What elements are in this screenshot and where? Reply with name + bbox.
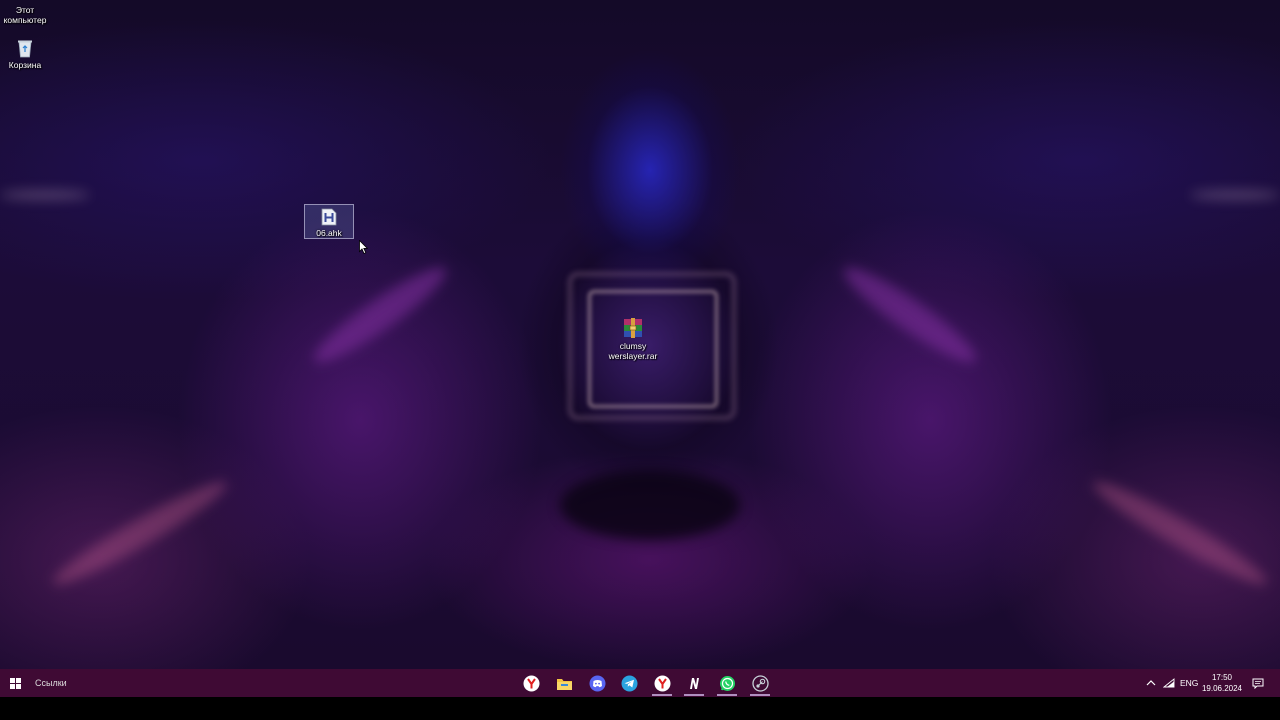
telegram-icon	[621, 675, 637, 691]
taskbar-app-telegram[interactable]	[617, 673, 641, 693]
desktop-icon-this-pc[interactable]: Этот компьютер	[0, 5, 55, 25]
taskbar-app-yandex-browser-active[interactable]	[650, 673, 674, 696]
taskbar-app-discord[interactable]	[585, 673, 609, 693]
language-indicator[interactable]: ENG	[1180, 669, 1198, 697]
active-indicator	[652, 694, 672, 696]
notion-icon	[689, 677, 699, 689]
taskbar-app-file-explorer[interactable]	[552, 673, 576, 693]
clock-time: 17:50	[1211, 673, 1233, 682]
clock[interactable]: 17:50 19.06.2024	[1200, 672, 1244, 694]
whatsapp-icon	[719, 675, 735, 691]
taskbar-app-steam[interactable]	[748, 673, 772, 696]
clock-date: 19.06.2024	[1201, 684, 1243, 693]
taskbar: Ссылки ENG 17:50 19.06.2024	[0, 669, 1280, 697]
winrar-archive-icon	[624, 318, 642, 338]
taskbar-app-whatsapp[interactable]	[715, 673, 739, 696]
wallpaper-streak	[46, 471, 234, 595]
action-center-button[interactable]	[1252, 669, 1264, 697]
start-button[interactable]	[4, 673, 26, 693]
desktop-icon-label: clumsy	[619, 341, 647, 351]
yandex-browser-icon	[654, 675, 670, 691]
desktop-icon-rar-archive[interactable]: clumsy werslayer.rar	[603, 317, 663, 361]
desktop-icon-label: Этот	[15, 5, 35, 15]
desktop-icon-label: Корзина	[8, 60, 42, 70]
active-indicator	[717, 694, 737, 696]
wallpaper-streak	[0, 190, 90, 200]
windows-logo-icon	[9, 677, 21, 689]
discord-icon	[589, 675, 605, 691]
tray-overflow-button[interactable]	[1146, 669, 1156, 697]
desktop-icon-label: 06.ahk	[316, 228, 342, 238]
notification-icon	[1252, 678, 1264, 689]
taskbar-app-notion[interactable]	[682, 673, 706, 696]
language-label: ENG	[1180, 678, 1199, 688]
ahk-file-icon	[321, 208, 337, 226]
wallpaper-streak	[1086, 471, 1274, 595]
desktop-icon-ahk-script[interactable]: 06.ahk	[304, 204, 354, 239]
letterbox-bar	[0, 697, 1280, 720]
desktop[interactable]: Этот компьютер Корзина 06.ahk clumsy wer…	[0, 0, 1280, 669]
wifi-icon	[1163, 678, 1175, 688]
chevron-up-icon	[1146, 680, 1156, 686]
wallpaper-streak	[835, 256, 985, 374]
desktop-icon-label: компьютер	[3, 15, 47, 25]
steam-icon	[751, 674, 769, 692]
yandex-browser-icon	[523, 675, 539, 691]
wallpaper-streak	[1190, 190, 1280, 200]
active-indicator	[684, 694, 704, 696]
links-toolbar[interactable]: Ссылки	[35, 678, 67, 688]
file-explorer-icon	[556, 678, 572, 690]
recycle-bin-icon	[18, 40, 32, 58]
desktop-icon-label: werslayer.rar	[608, 351, 658, 361]
desktop-icon-recycle-bin[interactable]: Корзина	[0, 38, 55, 70]
wallpaper-streak	[560, 470, 740, 540]
network-status[interactable]	[1163, 669, 1175, 697]
wallpaper-streak	[305, 256, 455, 374]
active-indicator	[750, 694, 770, 696]
taskbar-app-yandex-browser[interactable]	[519, 673, 543, 693]
mouse-cursor-icon	[359, 240, 368, 254]
